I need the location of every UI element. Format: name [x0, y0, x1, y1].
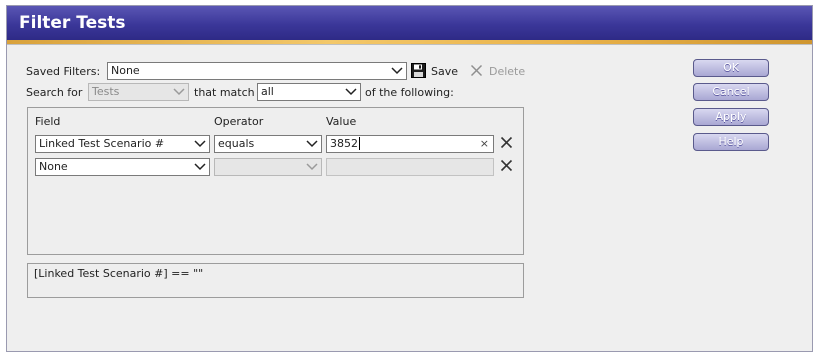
criteria-panel: Field Operator Value Linked Test Scenari… [27, 107, 524, 255]
save-filter-button[interactable]: Save [431, 65, 458, 78]
dialog-title: Filter Tests [19, 13, 126, 33]
chevron-down-icon [173, 88, 185, 96]
clear-value-icon[interactable]: × [480, 136, 489, 152]
chevron-down-icon [306, 140, 318, 148]
value-column-header: Value [326, 115, 357, 128]
search-type-value: Tests [92, 85, 120, 98]
apply-button[interactable]: Apply [693, 108, 769, 126]
expression-text: [Linked Test Scenario #] == "" [34, 267, 204, 280]
search-type-select[interactable]: Tests [88, 83, 189, 101]
criteria-operator-select[interactable] [214, 158, 322, 176]
expression-preview: [Linked Test Scenario #] == "" [27, 263, 524, 298]
floppy-disk-icon[interactable] [411, 63, 426, 78]
remove-row-x-icon[interactable] [500, 159, 513, 172]
criteria-value-input[interactable]: 3852 × [326, 135, 494, 153]
cancel-button[interactable]: Cancel [693, 83, 769, 101]
that-match-label: that match [194, 86, 255, 99]
delete-filter-button[interactable]: Delete [489, 65, 525, 78]
criteria-field-value: None [39, 160, 68, 173]
criteria-value-text: 3852 [330, 137, 358, 150]
help-button[interactable]: Help [693, 133, 769, 151]
search-for-label: Search for [26, 86, 83, 99]
chevron-down-icon [306, 163, 318, 171]
criteria-operator-select[interactable]: equals [214, 135, 322, 153]
title-bar: Filter Tests [7, 6, 812, 40]
chevron-down-icon [194, 140, 206, 148]
title-accent-stripe [7, 40, 812, 45]
criteria-field-select[interactable]: None [35, 158, 210, 176]
of-the-following-label: of the following: [365, 86, 454, 99]
saved-filters-value: None [111, 64, 140, 77]
criteria-value-input[interactable] [326, 158, 494, 176]
match-mode-select[interactable]: all [257, 83, 361, 101]
criteria-field-select[interactable]: Linked Test Scenario # [35, 135, 210, 153]
delete-x-icon[interactable] [470, 64, 483, 77]
field-column-header: Field [35, 115, 61, 128]
ok-button[interactable]: OK [693, 59, 769, 77]
chevron-down-icon [194, 163, 206, 171]
filter-tests-dialog: Filter Tests Saved Filters: None Save De… [6, 5, 813, 352]
remove-row-x-icon[interactable] [500, 136, 513, 149]
match-mode-value: all [261, 85, 274, 98]
chevron-down-icon [345, 88, 357, 96]
criteria-field-value: Linked Test Scenario # [39, 137, 165, 150]
saved-filters-select[interactable]: None [107, 62, 407, 80]
criteria-operator-value: equals [218, 137, 255, 150]
text-caret [359, 137, 360, 150]
saved-filters-label: Saved Filters: [26, 65, 101, 78]
operator-column-header: Operator [214, 115, 264, 128]
chevron-down-icon [391, 67, 403, 75]
